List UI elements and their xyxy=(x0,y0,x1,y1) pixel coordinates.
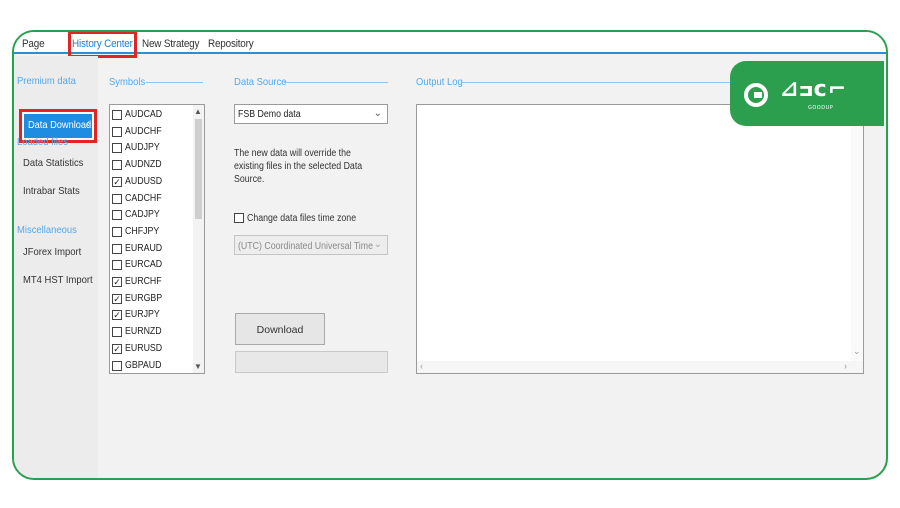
symbol-item[interactable]: ✓ EURGBP xyxy=(112,291,192,307)
tab-new-strategy[interactable]: New Strategy xyxy=(142,38,199,50)
symbol-checkbox[interactable] xyxy=(112,243,122,254)
scroll-down-icon[interactable]: ⌄ xyxy=(853,346,861,357)
data-source-note: The new data will override the existing … xyxy=(234,148,363,185)
symbol-item[interactable]: AUDNZD xyxy=(112,157,192,173)
tab-startpage[interactable]: Page xyxy=(22,38,45,50)
sidebar-item-jforex-import[interactable]: JForex Import xyxy=(23,246,81,258)
symbol-label: AUDNZD xyxy=(125,159,162,171)
symbol-label: GBPAUD xyxy=(125,359,162,371)
logo-subtext: GOODUP xyxy=(808,105,834,111)
symbol-item[interactable]: EURNZD xyxy=(112,324,192,340)
symbol-label: AUDCAD xyxy=(125,109,163,120)
timezone-checkbox-label: Change data files time zone xyxy=(247,213,357,224)
symbol-label: EURAUD xyxy=(125,242,163,254)
sidebar-item-intrabar-stats[interactable]: Intrabar Stats xyxy=(23,185,80,197)
download-button[interactable]: Download xyxy=(235,313,325,345)
symbol-checkbox[interactable] xyxy=(112,110,122,120)
tab-repository[interactable]: Repository xyxy=(208,38,254,50)
symbol-checkbox[interactable]: ✓ xyxy=(112,176,122,187)
symbol-item[interactable]: ✓ EURJPY xyxy=(112,307,192,323)
goodup-logo-icon xyxy=(744,83,768,107)
symbol-checkbox[interactable]: ✓ xyxy=(112,310,122,321)
sidebar: Premium data Data Download ‹ Loaded file… xyxy=(14,56,98,478)
timezone-select: (UTC) Coordinated Universal Time ⌄ xyxy=(234,235,388,255)
symbol-checkbox[interactable] xyxy=(112,126,122,137)
symbol-item[interactable]: CHFJPY xyxy=(112,224,192,240)
section-divider xyxy=(146,82,203,83)
sidebar-item-selected-bg: Data Download ‹ xyxy=(24,114,92,138)
symbol-checkbox[interactable] xyxy=(112,160,122,171)
symbol-label: AUDUSD xyxy=(125,175,163,187)
symbol-checkbox[interactable]: ✓ xyxy=(112,293,122,304)
symbol-item[interactable]: AUDCHF xyxy=(112,124,192,140)
symbol-item[interactable]: ✓ AUDUSD xyxy=(112,174,192,190)
symbol-label: CADCHF xyxy=(125,192,162,204)
output-log-title: Output Log xyxy=(416,76,463,88)
data-source-title: Data Source xyxy=(234,76,287,88)
symbol-item[interactable]: EURAUD xyxy=(112,241,192,257)
symbols-title: Symbols xyxy=(109,76,146,88)
output-log-hscrollbar[interactable]: ‹ › xyxy=(417,361,863,373)
symbol-label: EURGBP xyxy=(125,292,163,304)
chevron-left-icon: ‹ xyxy=(86,118,90,130)
symbol-checkbox[interactable] xyxy=(112,226,122,237)
symbol-checkbox[interactable] xyxy=(112,210,122,221)
symbol-label: AUDJPY xyxy=(125,142,160,154)
scroll-left-icon[interactable]: ‹ xyxy=(420,361,423,371)
symbol-label: EURCAD xyxy=(125,259,163,271)
download-button-label: Download xyxy=(256,324,304,336)
download-progress-bar xyxy=(235,351,388,373)
section-divider xyxy=(462,82,732,83)
symbol-checkbox[interactable] xyxy=(112,260,122,271)
symbol-checkbox[interactable] xyxy=(112,360,122,371)
symbol-item[interactable]: CADCHF xyxy=(112,191,192,207)
symbol-checkbox[interactable] xyxy=(112,327,122,338)
symbol-item[interactable]: CADJPY xyxy=(112,207,192,223)
output-log-vscrollbar[interactable]: ⌄ xyxy=(851,105,863,373)
section-divider xyxy=(284,82,388,83)
brand-logo: ⊿ߏⅽ⌐ GOODUP xyxy=(730,61,884,126)
logo-wordmark: ⊿ߏⅽ⌐ xyxy=(780,77,848,102)
scroll-thumb[interactable] xyxy=(195,119,202,219)
sidebar-header-premium: Premium data xyxy=(17,75,76,87)
sidebar-item-data-statistics[interactable]: Data Statistics xyxy=(23,157,83,169)
sidebar-item-mt4-import[interactable]: MT4 HST Import xyxy=(23,274,93,286)
symbol-checkbox[interactable] xyxy=(112,193,122,204)
symbol-checkbox[interactable] xyxy=(112,143,122,154)
symbols-list[interactable]: AUDCAD AUDCHF AUDJPY AUDNZD ✓ AUDUSD CADCHF CAD… xyxy=(109,104,205,374)
sidebar-item-label: Data Download xyxy=(28,119,92,131)
data-source-select[interactable]: FSB Demo data ⌄ xyxy=(234,104,388,124)
top-menu-bar: Page History Center New Strategy Reposit… xyxy=(14,32,886,58)
symbol-label: AUDCHF xyxy=(125,125,162,137)
scroll-right-icon[interactable]: › xyxy=(844,361,847,371)
symbol-item[interactable]: AUDJPY xyxy=(112,140,192,156)
symbol-item[interactable]: AUDCAD xyxy=(112,107,192,123)
symbol-checkbox[interactable]: ✓ xyxy=(112,343,122,354)
symbol-label: EURUSD xyxy=(125,342,163,354)
symbol-label: CHFJPY xyxy=(125,225,160,237)
symbol-item[interactable]: ✓ EURCHF xyxy=(112,274,192,290)
chevron-down-icon: ⌄ xyxy=(373,239,382,250)
symbol-label: EURCHF xyxy=(125,276,162,287)
timezone-checkbox[interactable] xyxy=(234,213,244,223)
symbol-item[interactable]: GBPAUD xyxy=(112,358,192,374)
symbol-item[interactable]: ✓ EURUSD xyxy=(112,341,192,357)
symbol-label: CADJPY xyxy=(125,209,160,221)
symbol-item[interactable]: EURCAD xyxy=(112,257,192,273)
scroll-down-icon[interactable]: ▼ xyxy=(194,362,202,371)
timezone-value: (UTC) Coordinated Universal Time xyxy=(238,241,373,252)
app-window: Page History Center New Strategy Reposit… xyxy=(12,30,888,480)
output-log-area[interactable]: ⌄ ‹ › xyxy=(416,104,864,374)
tab-highlight-box xyxy=(68,32,137,58)
symbol-label: EURNZD xyxy=(125,326,162,338)
symbols-scrollbar[interactable]: ▲ ▼ xyxy=(193,105,204,373)
symbol-label: EURJPY xyxy=(125,309,160,321)
symbol-checkbox[interactable]: ✓ xyxy=(112,277,122,287)
sidebar-header-misc: Miscellaneous xyxy=(17,224,77,236)
scroll-up-icon[interactable]: ▲ xyxy=(194,107,202,116)
sidebar-header-loaded: Loaded files xyxy=(17,136,68,148)
data-source-value: FSB Demo data xyxy=(238,109,301,120)
chevron-down-icon: ⌄ xyxy=(373,108,382,119)
